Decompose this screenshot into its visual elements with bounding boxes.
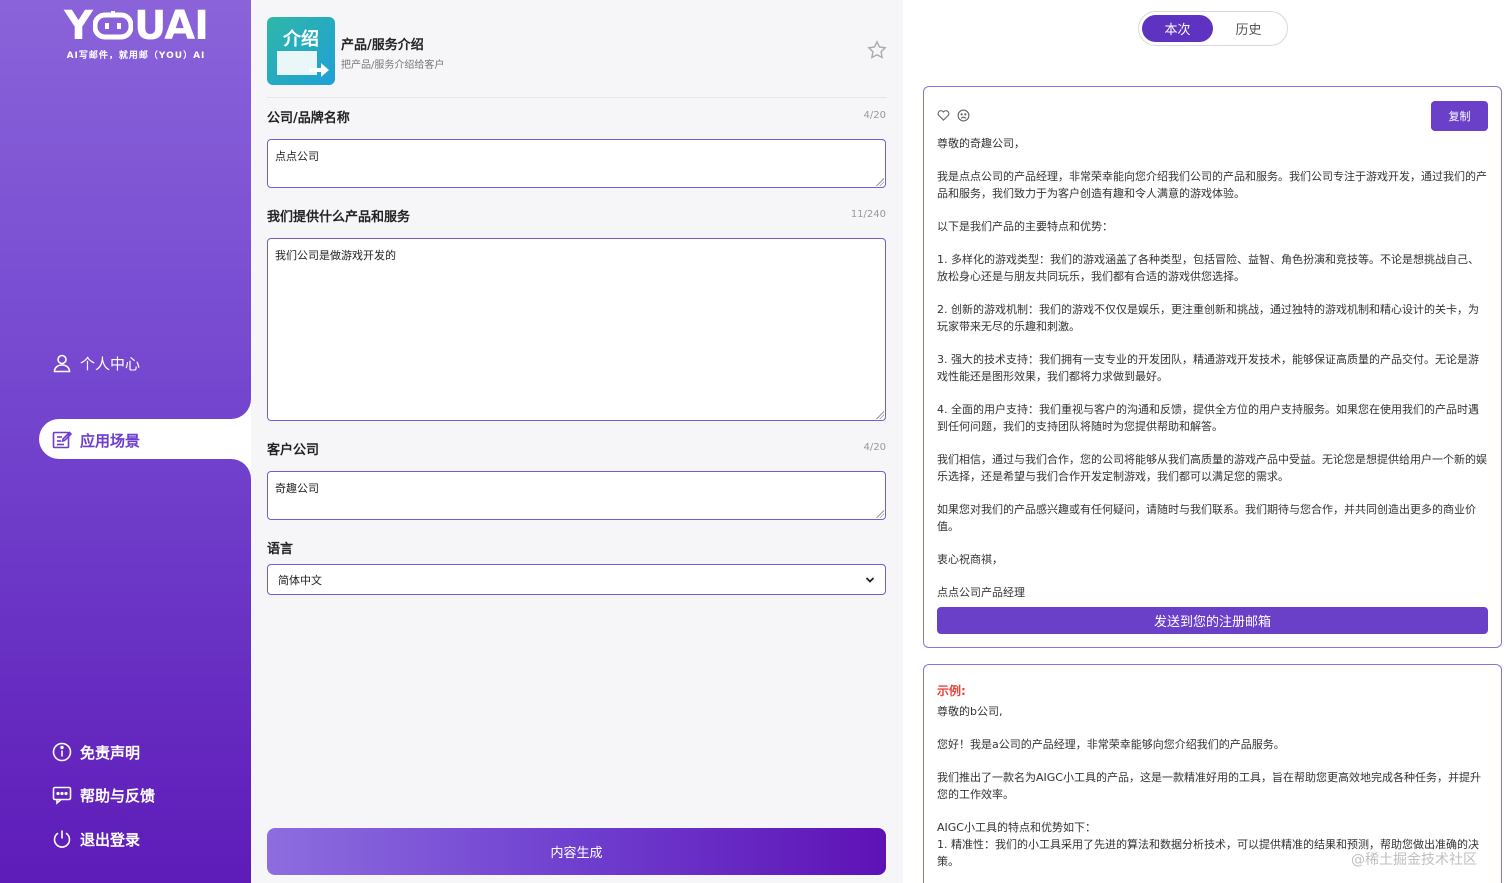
sidebar-item-label: 退出登录 xyxy=(80,830,141,849)
sidebar-item-label: 帮助与反馈 xyxy=(80,786,156,805)
client-count: 4/20 xyxy=(863,442,886,453)
sidebar-item-label: 免责声明 xyxy=(80,743,141,762)
products-textarea-value: 我们公司是做游戏开发的 xyxy=(275,249,396,262)
app-description: 把产品/服务介绍给客户 xyxy=(341,60,445,71)
language-label: 语言 xyxy=(267,542,294,557)
feedback-icons xyxy=(937,109,970,122)
result-paragraph: 2. 创新的游戏机制：我们的游戏不仅仅是娱乐，更注重创新和挑战，通过独特的游戏机… xyxy=(937,303,1479,333)
result-paragraph: 衷心祝商祺， xyxy=(937,553,1003,566)
result-paragraph: 如果您对我们的产品感兴趣或有任何疑问，请随时与我们联系。我们期待与您合作，并共同… xyxy=(937,503,1476,533)
sidebar-item-disclaimer[interactable]: 免责声明 xyxy=(52,740,140,764)
app-icon-text: 介绍 xyxy=(283,29,319,50)
sidebar-item-logout[interactable]: 退出登录 xyxy=(52,827,140,851)
app-title: 产品/服务介绍 xyxy=(341,38,424,53)
result-paragraph: 以下是我们产品的主要特点和优势： xyxy=(937,220,1113,233)
robot-face-icon xyxy=(92,11,133,40)
language-select-value: 简体中文 xyxy=(278,573,322,587)
heart-icon[interactable] xyxy=(937,109,950,122)
star-icon[interactable] xyxy=(867,40,887,60)
resize-handle[interactable] xyxy=(876,510,884,518)
app-header: 介绍 产品/服务介绍 把产品/服务介绍给客户 xyxy=(267,16,887,98)
result-tabs: 本次 历史 xyxy=(1138,11,1288,46)
tab-history[interactable]: 历史 xyxy=(1213,15,1284,42)
result-paragraph: 我们相信，通过与我们合作，您的公司将能够从我们高质量的游戏产品中受益。无论您是想… xyxy=(937,453,1487,483)
client-label: 客户公司 xyxy=(267,443,320,458)
message-icon xyxy=(52,786,72,805)
power-icon xyxy=(53,830,71,848)
company-input-value: 点点公司 xyxy=(275,150,319,163)
result-paragraph: 1. 多样化的游戏类型：我们的游戏涵盖了各种类型，包括冒险、益智、角色扮演和竞技… xyxy=(937,253,1479,283)
company-input[interactable]: 点点公司 xyxy=(267,139,886,188)
form-panel: 介绍 产品/服务介绍 把产品/服务介绍给客户 公司/品牌名称 4/20 点点公司… xyxy=(251,0,903,883)
sidebar-item-help[interactable]: 帮助与反馈 xyxy=(52,783,155,807)
sidebar-item-profile[interactable]: 个人中心 xyxy=(52,351,140,375)
resize-handle[interactable] xyxy=(876,411,884,419)
sad-face-icon[interactable] xyxy=(957,109,970,122)
example-label: 示例: xyxy=(937,684,966,698)
tab-current[interactable]: 本次 xyxy=(1142,15,1213,42)
result-text: 尊敬的奇趣公司， 我是点点公司的产品经理，非常荣幸能向您介绍我们公司的产品和服务… xyxy=(937,135,1487,617)
chevron-down-icon xyxy=(865,576,875,583)
example-paragraph: 您好！我是a公司的产品经理，非常荣幸能够向您介绍我们的产品服务。 xyxy=(937,738,1285,751)
client-input-value: 奇趣公司 xyxy=(275,482,319,495)
sidebar-item-scenes[interactable]: 应用场景 xyxy=(52,428,140,452)
products-label: 我们提供什么产品和服务 xyxy=(267,210,411,225)
generate-button[interactable]: 内容生成 xyxy=(267,828,886,875)
language-select[interactable]: 简体中文 xyxy=(267,564,886,595)
example-card: 示例: 尊敬的b公司, 您好！我是a公司的产品经理，非常荣幸能够向您介绍我们的产… xyxy=(923,664,1502,883)
result-paragraph: 尊敬的奇趣公司， xyxy=(937,137,1025,150)
sidebar-item-label: 应用场景 xyxy=(80,431,141,450)
arrow-right-icon xyxy=(309,63,329,77)
result-paragraph: 我是点点公司的产品经理，非常荣幸能向您介绍我们公司的产品和服务。我们公司专注于游… xyxy=(937,170,1487,200)
result-panel: 本次 历史 复制 尊敬的奇趣公司， 我是点点公司的产品经理，非常荣幸能向您介绍我… xyxy=(903,0,1512,883)
result-paragraph: 3. 强大的技术支持：我们拥有一支专业的开发团队，精通游戏开发技术，能够保证高质… xyxy=(937,353,1479,383)
watermark: @稀土掘金技术社区 xyxy=(1351,852,1477,868)
products-count: 11/240 xyxy=(850,209,886,220)
result-paragraph: 点点公司产品经理 xyxy=(937,586,1025,599)
example-paragraph: 我们推出了一款名为AIGC小工具的产品，这是一款精准好用的工具，旨在帮助您更高效… xyxy=(937,771,1481,801)
example-paragraph: AIGC小工具的特点和优势如下： xyxy=(937,821,1096,834)
logo-wordmark: Y UAI xyxy=(63,3,209,49)
sidebar-item-label: 个人中心 xyxy=(80,354,141,373)
edit-icon xyxy=(52,431,72,449)
info-icon xyxy=(52,742,72,762)
logo-subtitle: AI写邮件，就用邮（YOU）AI xyxy=(66,51,206,61)
user-icon xyxy=(53,354,71,373)
copy-button[interactable]: 复制 xyxy=(1431,101,1488,131)
result-card: 复制 尊敬的奇趣公司， 我是点点公司的产品经理，非常荣幸能向您介绍我们公司的产品… xyxy=(923,86,1502,648)
company-count: 4/20 xyxy=(863,110,886,121)
app-icon: 介绍 xyxy=(267,17,335,85)
example-text: 尊敬的b公司, 您好！我是a公司的产品经理，非常荣幸能够向您介绍我们的产品服务。… xyxy=(937,703,1487,870)
company-label: 公司/品牌名称 xyxy=(267,111,350,126)
send-email-button[interactable]: 发送到您的注册邮箱 xyxy=(937,607,1488,634)
products-textarea[interactable]: 我们公司是做游戏开发的 xyxy=(267,238,886,421)
logo: Y UAI AI写邮件，就用邮（YOU）AI xyxy=(56,6,216,66)
client-input[interactable]: 奇趣公司 xyxy=(267,471,886,520)
example-paragraph: 尊敬的b公司, xyxy=(937,705,1003,718)
resize-handle[interactable] xyxy=(876,178,884,186)
result-paragraph: 4. 全面的用户支持：我们重视与客户的沟通和反馈，提供全方位的用户支持服务。如果… xyxy=(937,403,1479,433)
